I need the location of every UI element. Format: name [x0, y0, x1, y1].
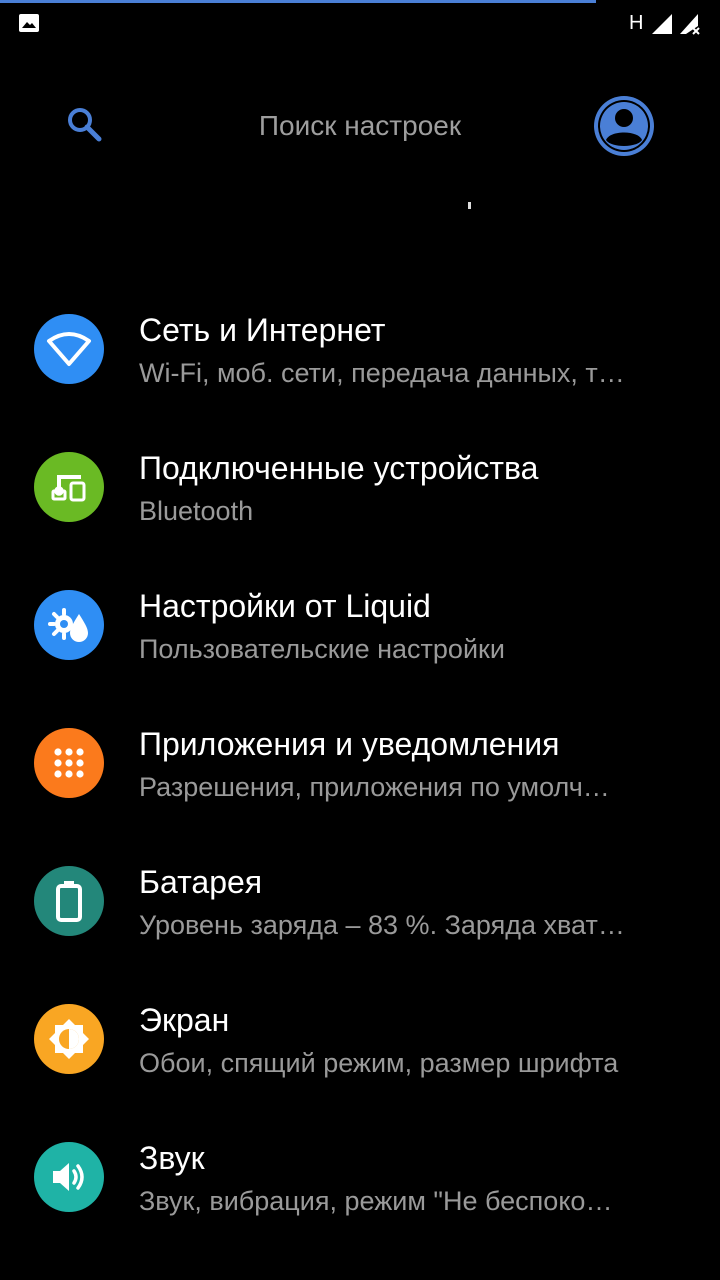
item-title: Батарея [139, 864, 263, 900]
item-title: Настройки от Liquid [139, 588, 431, 624]
network-type-label: H [629, 12, 644, 34]
signal-icon [652, 14, 672, 34]
item-subtitle: Разрешения, приложения по умолч… [139, 772, 610, 802]
item-title: Звук [139, 1140, 205, 1176]
settings-item-battery[interactable]: Батарея Уровень заряда – 83 %. Заряда хв… [0, 844, 720, 982]
display-icon [34, 1004, 104, 1074]
item-title: Экран [139, 1002, 230, 1038]
settings-item-display[interactable]: Экран Обои, спящий режим, размер шрифта [0, 982, 720, 1120]
devices-icon [34, 452, 104, 522]
search-bar[interactable]: Поиск настроек [0, 80, 720, 172]
liquid-settings-icon [34, 590, 104, 660]
image-icon [19, 14, 39, 32]
battery-icon [34, 866, 104, 936]
item-title: Сеть и Интернет [139, 312, 386, 348]
item-title: Подключенные устройства [139, 450, 539, 486]
item-subtitle: Bluetooth [139, 496, 254, 526]
wifi-icon [34, 314, 104, 384]
item-subtitle: Обои, спящий режим, размер шрифта [139, 1048, 619, 1078]
status-bar: H [0, 0, 720, 48]
settings-item-network[interactable]: Сеть и Интернет Wi-Fi, моб. сети, переда… [0, 292, 720, 430]
item-subtitle: Уровень заряда – 83 %. Заряда хват… [139, 910, 625, 940]
item-subtitle: Wi-Fi, моб. сети, передача данных, т… [139, 358, 625, 388]
scroll-indicator [468, 202, 471, 209]
sound-icon [34, 1142, 104, 1212]
settings-item-sound[interactable]: Звук Звук, вибрация, режим "Не беспоко… [0, 1120, 720, 1258]
settings-item-connected-devices[interactable]: Подключенные устройства Bluetooth [0, 430, 720, 568]
item-subtitle: Звук, вибрация, режим "Не беспоко… [139, 1186, 613, 1216]
account-avatar-icon[interactable] [592, 94, 656, 158]
apps-icon [34, 728, 104, 798]
item-title: Приложения и уведомления [139, 726, 560, 762]
settings-item-apps[interactable]: Приложения и уведомления Разрешения, при… [0, 706, 720, 844]
settings-item-liquid[interactable]: Настройки от Liquid Пользовательские нас… [0, 568, 720, 706]
signal-no-data-icon [680, 14, 700, 35]
item-subtitle: Пользовательские настройки [139, 634, 505, 664]
